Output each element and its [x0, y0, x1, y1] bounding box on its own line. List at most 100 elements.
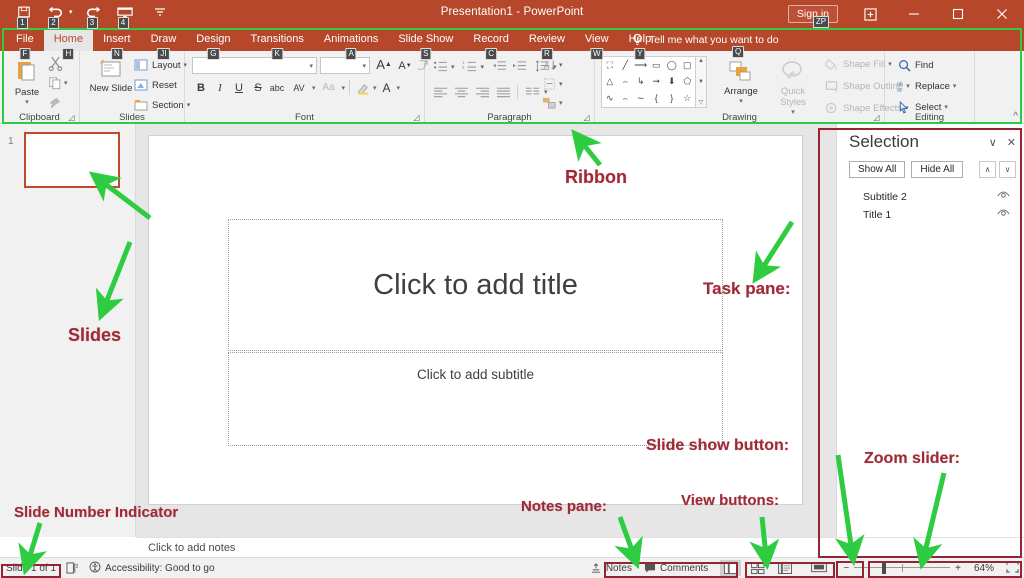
comments-button[interactable]: Comments [644, 563, 708, 574]
italic-button[interactable]: I [211, 79, 229, 96]
align-center-icon[interactable] [452, 83, 470, 100]
gallery-more-icon[interactable]: ▽ [699, 99, 704, 106]
shape-triangle[interactable]: △ [606, 77, 613, 86]
shape-right-brace[interactable]: } [670, 94, 673, 103]
replace-button[interactable]: ab ac Replace ▾ [893, 78, 959, 94]
tab-draw[interactable]: Draw JI [141, 28, 187, 60]
shape-line[interactable]: ╱ [623, 60, 628, 70]
shape-right-arrow[interactable]: ➞ [652, 77, 660, 86]
shape-rectangle[interactable]: ▭ [652, 60, 661, 70]
chevron-down-icon[interactable]: ▾ [739, 97, 743, 105]
section-button[interactable]: Section ▾ [130, 97, 193, 113]
chevron-down-icon[interactable]: ▾ [25, 98, 29, 106]
convert-to-smartart-button[interactable]: ▾ [541, 95, 563, 111]
tab-insert[interactable]: Insert N [93, 28, 141, 60]
reset-button[interactable]: Reset [130, 77, 180, 93]
task-pane-collapse-icon[interactable]: ∨ [989, 136, 997, 149]
align-right-icon[interactable] [473, 83, 491, 100]
tab-record[interactable]: Record C [463, 28, 518, 60]
shape-star[interactable]: ☆ [683, 94, 691, 103]
close-icon[interactable]: ✕ [1007, 136, 1016, 149]
visibility-eye-icon[interactable] [997, 191, 1010, 203]
close-button[interactable] [980, 0, 1024, 28]
cut-button[interactable] [48, 56, 63, 74]
font-dialog-launcher[interactable]: ◿ [412, 113, 421, 122]
shape-freeform[interactable]: ∿ [606, 94, 614, 103]
shape-textbox[interactable]: ⛶ [607, 60, 613, 70]
visibility-eye-icon[interactable] [997, 209, 1010, 221]
chevron-down-icon[interactable]: ▾ [342, 84, 346, 92]
chevron-down-icon[interactable]: ▾ [397, 84, 401, 92]
underline-button[interactable]: U [230, 79, 248, 96]
bold-button[interactable]: B [192, 79, 210, 96]
shape-elbow[interactable]: ⌢ [622, 77, 628, 86]
shape-curve[interactable]: ∼ [637, 94, 645, 103]
zoom-out-button[interactable]: − [843, 563, 849, 574]
shape-fill-button[interactable]: Shape Fill ▾ [821, 56, 895, 72]
zoom-slider-handle[interactable] [882, 562, 887, 574]
selection-item[interactable]: Title 1 [837, 206, 1024, 224]
text-highlight-icon[interactable] [354, 79, 372, 96]
accessibility-status[interactable]: Accessibility: Good to go [89, 561, 215, 576]
shape-rounded-rect[interactable]: ▢ [683, 60, 692, 70]
arrange-button[interactable]: Arrange ▾ [717, 56, 765, 105]
align-text-button[interactable]: ▾ [541, 76, 563, 92]
justify-icon[interactable] [494, 83, 512, 100]
shape-elbow-arrow[interactable]: ↳ [637, 77, 645, 86]
decrease-font-size-button[interactable]: A ▼ [396, 57, 414, 74]
zoom-slider[interactable]: − + 64% [843, 562, 994, 574]
numbering-icon[interactable]: 12 [461, 58, 479, 75]
notes-toggle-button[interactable]: Notes [590, 563, 632, 574]
align-left-icon[interactable] [431, 83, 449, 100]
notes-pane[interactable]: Click to add notes [136, 537, 1024, 557]
chevron-down-icon[interactable]: ▾ [481, 63, 485, 71]
minimize-button[interactable] [892, 0, 936, 28]
chevron-down-icon[interactable]: ▾ [451, 63, 455, 71]
strikethrough-button[interactable]: S [249, 79, 267, 96]
shapes-grid[interactable]: ⛶ ╱ ⟶ ▭ ◯ ▢ △ ⌢ ↳ ➞ ⬇ ⬠ ∿ ⌢ ∼ { } ☆ [601, 56, 696, 108]
scroll-up-icon[interactable]: ▲ [698, 58, 704, 64]
tab-view[interactable]: View W [575, 28, 619, 60]
shapes-gallery-scrollbar[interactable]: ▲ ▼ ▽ [696, 56, 707, 108]
collapse-ribbon-icon[interactable]: ^ [1013, 111, 1018, 122]
tab-slide-show[interactable]: Slide Show S [388, 28, 463, 60]
subtitle-placeholder[interactable]: Click to add subtitle [228, 352, 723, 446]
shape-oval[interactable]: ◯ [667, 60, 677, 70]
shapes-gallery[interactable]: ⛶ ╱ ⟶ ▭ ◯ ▢ △ ⌢ ↳ ➞ ⬇ ⬠ ∿ ⌢ ∼ { } ☆ ▲ ▼ … [601, 56, 707, 108]
shape-pentagon[interactable]: ⬠ [683, 77, 691, 86]
paste-button[interactable]: Paste ▾ [4, 55, 50, 106]
increase-font-size-button[interactable]: A ▲ [375, 56, 393, 73]
move-up-button[interactable]: ∧ [979, 161, 996, 178]
slide-thumbnail-1[interactable] [24, 132, 120, 188]
shape-left-brace[interactable]: { [655, 94, 658, 103]
text-shadow-button[interactable]: abc [268, 79, 286, 96]
tab-animations[interactable]: Animations A [314, 28, 388, 60]
columns-icon[interactable] [523, 83, 541, 100]
zoom-percent-label[interactable]: 64% [966, 563, 994, 574]
increase-indent-icon[interactable] [510, 58, 528, 75]
character-spacing-button[interactable]: AV [287, 79, 311, 96]
paragraph-dialog-launcher[interactable]: ◿ [582, 113, 591, 122]
selection-item[interactable]: Subtitle 2 [837, 188, 1024, 206]
shape-arrow[interactable]: ⟶ [634, 60, 647, 70]
scroll-down-icon[interactable]: ▼ [698, 79, 704, 85]
tell-me-search[interactable]: Tell me what you want to do Q [632, 30, 779, 58]
show-all-button[interactable]: Show All [849, 161, 906, 178]
shape-down-arrow[interactable]: ⬇ [668, 77, 676, 86]
notes-page-icon[interactable] [66, 562, 79, 574]
tab-design[interactable]: Design G [186, 28, 240, 60]
slide-number-indicator[interactable]: Slide 1 of 1 [6, 563, 56, 574]
normal-view-button[interactable] [720, 560, 742, 576]
restore-button[interactable] [936, 0, 980, 28]
quick-styles-button[interactable]: Quick Styles ▾ [769, 56, 817, 116]
sign-in-button[interactable]: Sign in ZP [787, 5, 838, 28]
chevron-down-icon[interactable]: ▾ [373, 84, 377, 92]
clipboard-dialog-launcher[interactable]: ◿ [67, 113, 76, 122]
new-slide-button[interactable]: New Slide [88, 55, 134, 94]
chevron-down-icon[interactable]: ▾ [64, 79, 68, 87]
change-case-button[interactable]: Aa [317, 79, 341, 96]
chevron-down-icon[interactable]: ▾ [312, 84, 316, 92]
zoom-in-button[interactable]: + [955, 563, 961, 574]
format-painter-button[interactable] [48, 95, 63, 112]
font-color-button[interactable]: A [378, 79, 396, 96]
